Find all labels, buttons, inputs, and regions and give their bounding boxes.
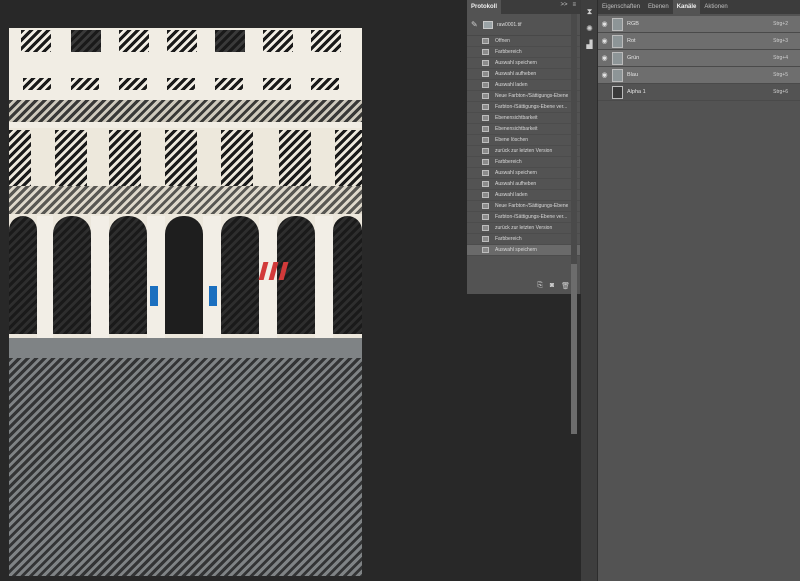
channel-name: RGB [627,21,639,27]
history-state-icon [482,203,489,209]
history-state-icon [482,192,489,198]
history-step[interactable]: Farbbereich [467,47,580,58]
history-step[interactable]: Farbbereich [467,157,580,168]
history-step[interactable]: Neue Farbton-/Sättigungs-Ebene [467,201,580,212]
history-state-icon [482,104,489,110]
channels-tabbar: Eigenschaften Ebenen Kanäle Aktionen [598,0,800,14]
tab-ebenen[interactable]: Ebenen [644,0,673,14]
history-state-icon [482,247,489,253]
collapse-icon[interactable]: >> [560,2,567,8]
channel-shortcut: Strg+4 [773,55,788,61]
scrollbar-thumb[interactable] [571,264,577,434]
history-step[interactable]: Auswahl laden [467,190,580,201]
history-state-icon [482,170,489,176]
channel-name: Blau [627,72,639,78]
eye-icon[interactable]: ◉ [598,54,611,62]
history-step[interactable]: Ebenensichtbarkeit [467,113,580,124]
channel-row-rgb[interactable]: ◉ RGB Strg+2 [598,16,800,33]
channel-shortcut: Strg+5 [773,72,788,78]
channel-name: Grün [627,55,640,61]
history-state-icon [482,181,489,187]
history-tabbar: Protokoll >> ≡ [467,0,580,14]
tab-kanaele[interactable]: Kanäle [672,0,701,14]
snapshot-row[interactable]: ✎ raw0001.tif [467,14,580,36]
history-step[interactable]: Auswahl aufheben [467,179,580,190]
history-state-icon [482,71,489,77]
tab-aktionen[interactable]: Aktionen [700,0,731,14]
history-state-icon [482,236,489,242]
history-step[interactable]: Farbton-/Sättigungs-Ebene ver... [467,212,580,223]
history-step[interactable]: Neue Farbton-/Sättigungs-Ebene [467,91,580,102]
history-panel: Protokoll >> ≡ ✎ raw0001.tif Öffnen Farb… [467,0,581,294]
history-state-icon [482,137,489,143]
history-state-icon [482,93,489,99]
channel-thumbnail [612,17,623,31]
channel-thumbnail [612,34,623,48]
channels-panel: Eigenschaften Ebenen Kanäle Aktionen ◉ R… [598,0,800,581]
panel-menu-icon[interactable]: ≡ [572,2,576,8]
history-brush-icon[interactable]: ✎ [471,20,479,29]
channel-row-blau[interactable]: ◉ Blau Strg+5 [598,67,800,84]
channel-row-alpha-1[interactable]: Alpha 1 Strg+6 [598,84,800,101]
eye-icon[interactable]: ◉ [598,37,611,45]
channel-shortcut: Strg+2 [773,21,788,27]
history-state-icon [482,49,489,55]
canvas-area[interactable] [0,0,467,581]
channel-shortcut: Strg+6 [773,89,788,95]
history-step[interactable]: Auswahl aufheben [467,69,580,80]
history-step[interactable]: zurück zur letzten Version [467,223,580,234]
history-step[interactable]: zurück zur letzten Version [467,146,580,157]
history-step[interactable]: Farbbereich [467,234,580,245]
history-panel-icon[interactable]: ⧗ [581,4,598,20]
channel-row-gruen[interactable]: ◉ Grün Strg+4 [598,50,800,67]
snapshot-thumbnail [483,20,493,29]
history-state-icon [482,214,489,220]
history-state-icon [482,148,489,154]
canvas-scrollbar[interactable] [571,14,577,434]
trash-icon[interactable]: 🗑 [561,282,570,290]
channel-name: Rot [627,38,636,44]
tab-protokoll[interactable]: Protokoll [467,0,502,14]
channel-row-rot[interactable]: ◉ Rot Strg+3 [598,33,800,50]
channel-thumbnail [612,85,623,99]
camera-icon[interactable]: ◙ [550,282,554,290]
channel-thumbnail [612,68,623,82]
eye-icon[interactable]: ◉ [598,71,611,79]
channel-name: Alpha 1 [627,89,646,95]
history-footer: ⎘ ◙ 🗑 [537,282,570,290]
history-step[interactable]: Auswahl laden [467,80,580,91]
adjustments-icon[interactable]: ✺ [581,20,598,36]
channel-thumbnail [612,51,623,65]
history-step[interactable]: Farbton-/Sättigungs-Ebene ver... [467,102,580,113]
history-state-icon [482,159,489,165]
channel-shortcut: Strg+3 [773,38,788,44]
history-state-icon [482,115,489,121]
history-state-icon [482,38,489,44]
history-step[interactable]: Öffnen [467,36,580,47]
history-state-icon [482,225,489,231]
history-state-icon [482,82,489,88]
eye-icon[interactable]: ◉ [598,20,611,28]
panel-icon-strip: ⧗ ✺ ▟ [581,0,598,581]
history-step[interactable]: Auswahl speichern [467,168,580,179]
history-step[interactable]: Ebene löschen [467,135,580,146]
history-state-icon [482,126,489,132]
history-step[interactable]: Ebenensichtbarkeit [467,124,580,135]
snapshot-label: raw0001.tif [497,21,522,28]
history-step-selected[interactable]: Auswahl speichern [467,245,580,256]
new-document-from-state-icon[interactable]: ⎘ [537,282,543,290]
history-state-icon [482,60,489,66]
document-image[interactable] [9,28,362,576]
history-step[interactable]: Auswahl speichern [467,58,580,69]
history-list: Öffnen Farbbereich Auswahl speichern Aus… [467,36,580,256]
tab-eigenschaften[interactable]: Eigenschaften [598,0,644,14]
layers-stack-icon[interactable]: ▟ [581,36,598,52]
